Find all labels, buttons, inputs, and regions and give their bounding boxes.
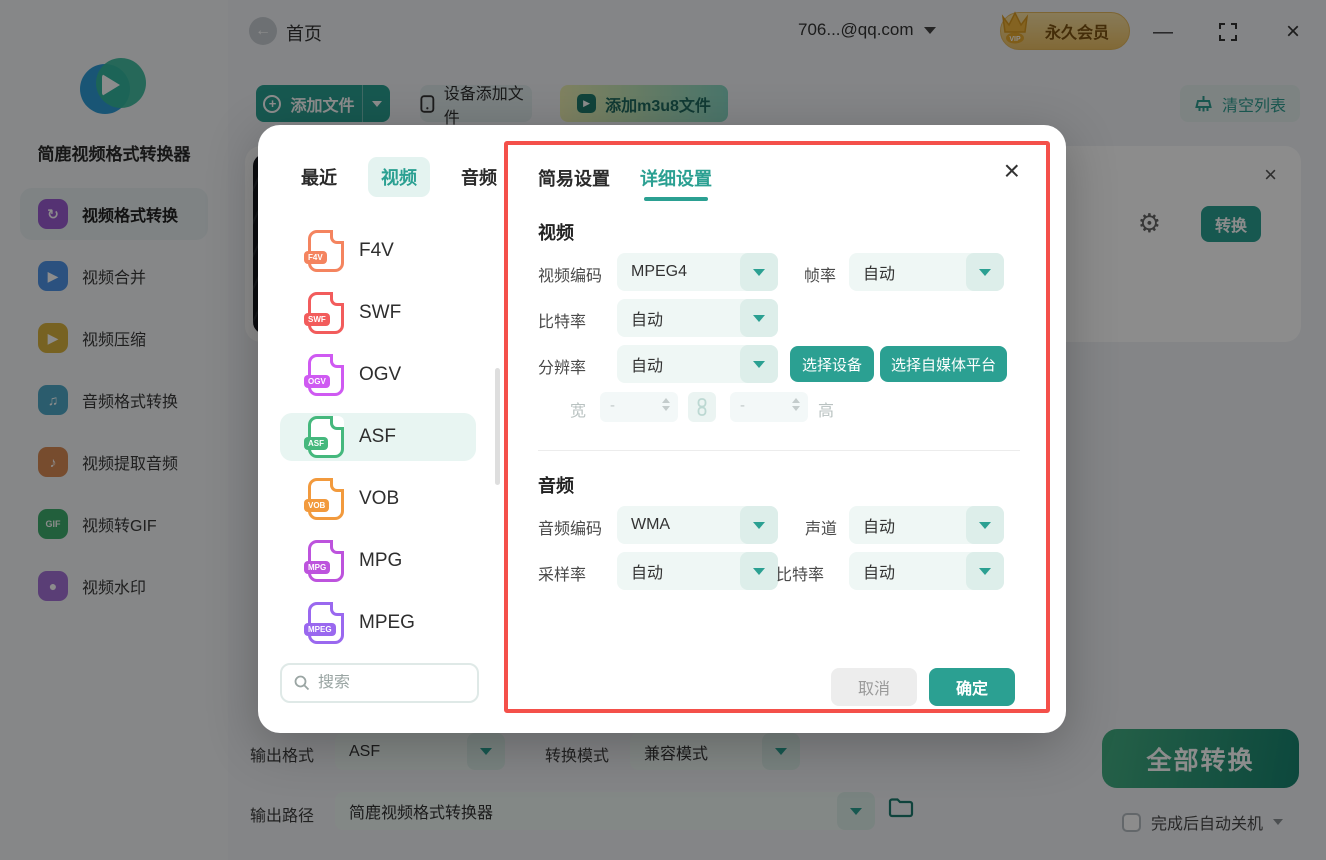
chevron-down-icon [966,253,1004,291]
modal-close-button[interactable]: × [1004,157,1020,185]
format-search-box [280,663,479,703]
width-stepper[interactable]: - [600,392,678,422]
tab-video[interactable]: 视频 [368,157,430,197]
audio-bitrate-select[interactable]: 自动 [849,552,1004,590]
video-codec-value: MPEG4 [631,263,688,280]
file-type-badge: VOB [304,499,330,512]
audio-section-title: 音频 [538,476,574,496]
samplerate-value: 自动 [631,565,664,582]
file-type-badge: OGV [304,375,330,388]
resolution-label: 分辨率 [538,360,587,377]
format-item-mpeg[interactable]: MPEG MPEG [280,599,476,647]
select-device-label: 选择设备 [801,356,862,374]
height-label: 高 [818,403,835,420]
format-label: VOB [359,488,400,509]
file-type-icon: MPG [304,540,344,582]
framerate-value: 自动 [863,266,896,283]
file-type-badge: F4V [304,251,327,264]
format-item-f4v[interactable]: F4V F4V [280,227,476,275]
width-label: 宽 [570,403,587,420]
active-tab-underline [644,197,708,201]
chevron-down-icon [740,299,778,337]
format-label: OGV [359,364,402,385]
format-list: F4V F4V SWF SWF OGV OGV ASF ASF VOB VOB … [280,227,476,661]
file-type-icon: ASF [304,416,344,458]
search-icon [294,675,310,691]
file-type-icon: MPEG [304,602,344,644]
file-type-icon: VOB [304,478,344,520]
file-type-badge: MPG [304,561,331,574]
tab-detail-settings[interactable]: 详细设置 [640,165,712,191]
file-type-badge: ASF [304,437,328,450]
format-item-asf[interactable]: ASF ASF [280,413,476,461]
format-label: SWF [359,302,402,323]
width-value: - [610,397,615,414]
select-platform-button[interactable]: 选择自媒体平台 [880,346,1007,382]
select-device-button[interactable]: 选择设备 [790,346,874,382]
file-type-badge: SWF [304,313,330,326]
confirm-label: 确定 [955,681,988,698]
bitrate-label: 比特率 [538,314,587,331]
format-item-mpg[interactable]: MPG MPG [280,537,476,585]
select-platform-label: 选择自媒体平台 [890,356,996,374]
file-type-icon: OGV [304,354,344,396]
channel-value: 自动 [863,519,896,536]
chevron-down-icon [966,552,1004,590]
close-icon: × [1003,155,1020,186]
format-item-vob[interactable]: VOB VOB [280,475,476,523]
format-label: MPEG [359,612,415,633]
framerate-label: 帧率 [804,268,837,285]
section-divider [538,450,1020,451]
channel-select[interactable]: 自动 [849,506,1004,544]
format-item-swf[interactable]: SWF SWF [280,289,476,337]
cancel-button[interactable]: 取消 [831,668,917,706]
chevron-down-icon [740,506,778,544]
format-label: ASF [359,426,396,447]
chevron-down-icon [740,552,778,590]
app-window: 简鹿视频格式转换器 ↻ 视频格式转换 ▶ 视频合并 ▶ 视频压缩 ♫ 音频格式转… [0,0,1326,860]
chevron-down-icon [740,345,778,383]
samplerate-label: 采样率 [538,567,587,584]
height-stepper[interactable]: - [730,392,808,422]
audio-codec-value: WMA [631,516,671,533]
audio-codec-select[interactable]: WMA [617,506,778,544]
tab-simple-settings[interactable]: 简易设置 [538,165,610,191]
bitrate-select[interactable]: 自动 [617,299,778,337]
search-input[interactable] [318,674,448,692]
video-codec-select[interactable]: MPEG4 [617,253,778,291]
video-section-title: 视频 [538,223,574,243]
audio-bitrate-value: 自动 [863,565,896,582]
file-type-icon: SWF [304,292,344,334]
height-value: - [740,397,745,414]
tab-recent[interactable]: 最近 [288,157,350,197]
bitrate-value: 自动 [631,312,664,329]
spinner-arrows-icon[interactable] [792,398,800,411]
file-type-badge: MPEG [304,623,336,636]
format-category-tabs: 最近 视频 音频 [288,157,510,197]
file-type-icon: F4V [304,230,344,272]
channel-label: 声道 [805,521,838,538]
format-label: F4V [359,240,394,261]
cancel-label: 取消 [857,681,890,698]
format-label: MPG [359,550,403,571]
tab-audio[interactable]: 音频 [448,157,510,197]
format-item-ogv[interactable]: OGV OGV [280,351,476,399]
format-settings-modal: 最近 视频 音频 F4V F4V SWF SWF OGV OGV ASF ASF… [258,125,1066,733]
resolution-value: 自动 [631,358,664,375]
chevron-down-icon [966,506,1004,544]
framerate-select[interactable]: 自动 [849,253,1004,291]
format-list-scrollbar[interactable] [495,368,500,485]
resolution-select[interactable]: 自动 [617,345,778,383]
audio-bitrate-label: 比特率 [776,567,825,584]
chevron-down-icon [740,253,778,291]
video-codec-label: 视频编码 [538,268,603,285]
spinner-arrows-icon[interactable] [662,398,670,411]
samplerate-select[interactable]: 自动 [617,552,778,590]
audio-codec-label: 音频编码 [538,521,603,538]
detail-settings-panel: 简易设置 详细设置 × 视频 视频编码 MPEG4 帧率 自动 比特率 自动 分… [504,141,1050,713]
aspect-link-button[interactable] [688,392,716,422]
link-icon [697,398,707,416]
confirm-button[interactable]: 确定 [929,668,1015,706]
